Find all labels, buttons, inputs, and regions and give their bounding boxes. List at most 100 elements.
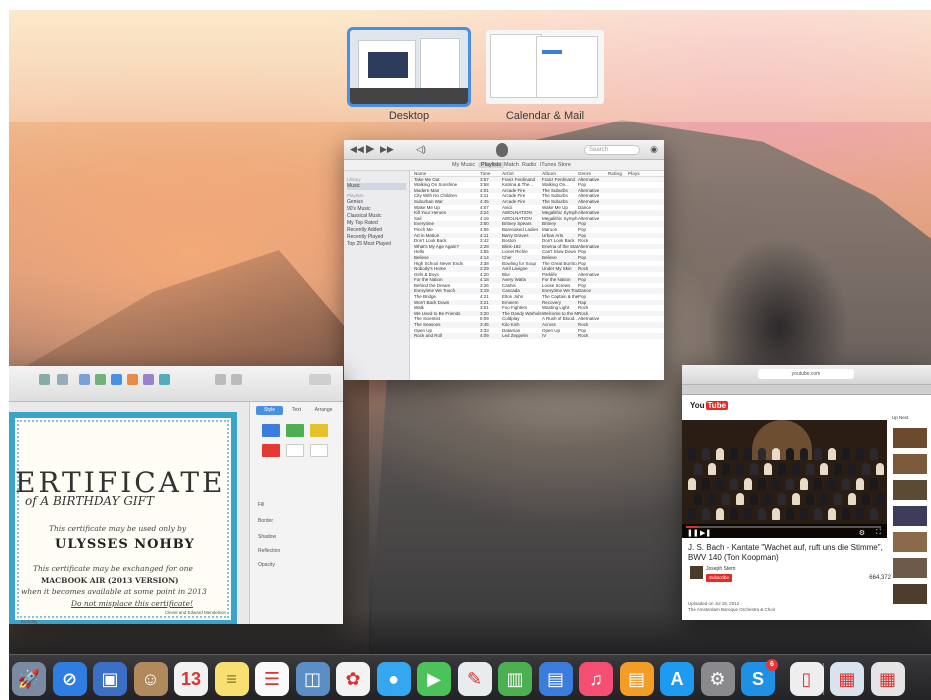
zoom-icon[interactable]	[57, 374, 68, 385]
sidebar-item-playlist[interactable]: Top 25 Most Played	[347, 241, 406, 248]
related-video-thumbnail[interactable]	[893, 584, 927, 604]
tab-radio[interactable]: Radio	[522, 162, 536, 168]
next-icon[interactable]: ▶❚	[700, 529, 711, 537]
facetime-icon[interactable]: ▶	[417, 662, 451, 696]
channel-name[interactable]: Joseph Stern	[706, 566, 735, 572]
sidebar-item-playlist[interactable]: Recently Played	[347, 234, 406, 241]
text-icon[interactable]	[127, 374, 138, 385]
column-header[interactable]: Time	[480, 171, 502, 176]
sidebar-item-playlist[interactable]: Classical Music	[347, 213, 406, 220]
song-row[interactable]: Rock and Roll 4:09 Led Zeppelin IV Rock	[410, 333, 664, 339]
video-progress-bar[interactable]	[686, 526, 881, 528]
column-header[interactable]: Plays	[628, 171, 648, 176]
related-video-thumbnail[interactable]	[893, 506, 927, 526]
rewind-icon[interactable]: ◀◀	[350, 144, 364, 155]
folder-stack-icon[interactable]: ▦	[870, 662, 905, 696]
insert-icon[interactable]	[79, 374, 90, 385]
related-video-thumbnail[interactable]	[893, 454, 927, 474]
itunes-icon[interactable]: ♫	[579, 662, 613, 696]
property-shadow[interactable]: Shadow	[258, 534, 276, 540]
youtube-logo[interactable]: You Tube	[690, 401, 729, 410]
numbers-icon[interactable]: ▥	[498, 662, 532, 696]
related-video-thumbnail[interactable]	[893, 480, 927, 500]
format-toggle-icon[interactable]	[309, 374, 331, 385]
safari-icon[interactable]: ⊘	[52, 662, 87, 696]
preview-icon[interactable]: ▣	[93, 662, 127, 696]
account-icon[interactable]: ◉	[650, 144, 658, 155]
column-header[interactable]: Name	[410, 171, 480, 176]
volume-icon[interactable]: ◁)	[416, 144, 426, 155]
calendar-icon[interactable]: 13	[174, 662, 208, 696]
style-swatch[interactable]	[286, 444, 304, 457]
column-header[interactable]: Rating	[608, 171, 628, 176]
downloads-icon[interactable]: ▦	[830, 662, 864, 696]
related-video-thumbnail[interactable]	[893, 558, 927, 578]
document-icon[interactable]: ▯	[789, 662, 824, 696]
tab-playlists[interactable]: Playlists	[478, 162, 505, 168]
style-swatch[interactable]	[310, 424, 328, 437]
photos-icon[interactable]: ✿	[336, 662, 370, 696]
reminders-icon[interactable]: ☰	[255, 662, 289, 696]
property-reflection[interactable]: Reflection	[258, 548, 280, 554]
tab-itunes-store[interactable]: iTunes Store	[540, 162, 571, 168]
pause-icon[interactable]: ❚❚	[687, 529, 699, 537]
skitch-icon[interactable]: S6	[741, 659, 778, 696]
notes-icon[interactable]: ≡	[214, 662, 249, 696]
view-icon[interactable]	[39, 374, 50, 385]
style-swatch[interactable]	[262, 444, 280, 457]
sidebar-item-playlist[interactable]: 90's Music	[347, 206, 406, 213]
search-input[interactable]: Search	[584, 145, 640, 155]
property-opacity[interactable]: Opacity	[258, 562, 275, 568]
settings-icon[interactable]: ⚙	[859, 529, 865, 537]
messages-icon[interactable]: ●	[376, 662, 411, 696]
shape-icon[interactable]	[143, 374, 154, 385]
column-header[interactable]: Artist	[502, 171, 542, 176]
fast-forward-icon[interactable]: ▶▶	[380, 144, 394, 155]
share-icon[interactable]	[215, 374, 226, 385]
chart-icon[interactable]	[111, 374, 122, 385]
sidebar-item-playlist[interactable]: My Top Rated	[347, 220, 406, 227]
style-swatch[interactable]	[310, 444, 328, 457]
style-swatch[interactable]	[262, 424, 280, 437]
video-player[interactable]: ❚❚ ▶❚ ⚙ ⛶	[682, 420, 887, 538]
tab-style[interactable]: Style	[256, 406, 283, 415]
table-icon[interactable]	[95, 374, 106, 385]
space-desktop-thumbnail[interactable]	[350, 30, 468, 104]
related-video-thumbnail[interactable]	[893, 532, 927, 552]
keynote-icon[interactable]: ▤	[538, 662, 573, 696]
tab-arrange[interactable]: Arrange	[310, 406, 337, 415]
subscribe-button[interactable]: Subscribe	[706, 574, 733, 582]
address-bar[interactable]: youtube.com	[758, 369, 854, 379]
sidebar-item-playlist[interactable]: Recently Added	[347, 227, 406, 234]
app-store-icon[interactable]: A	[660, 662, 694, 696]
ibooks-icon[interactable]: ▤	[619, 662, 654, 696]
safari-youtube-window[interactable]: youtube.com You Tube ❚❚ ▶❚ ⚙ ⛶ J. S. Bach…	[682, 365, 931, 620]
tab-text[interactable]: Text	[283, 406, 310, 415]
fullscreen-icon[interactable]: ⛶	[876, 529, 881, 537]
photo-booth-icon[interactable]: ◫	[295, 662, 330, 696]
space-calendar-mail-thumbnail[interactable]	[486, 30, 604, 104]
tips-icon[interactable]	[231, 374, 242, 385]
play-icon[interactable]: ▶	[366, 142, 374, 155]
sidebar-item-playlist[interactable]: Genius	[347, 199, 406, 206]
channel-avatar[interactable]	[690, 566, 703, 579]
contacts-icon[interactable]: ☺	[133, 662, 168, 696]
tab-my-music[interactable]: My Music	[452, 162, 475, 168]
property-fill[interactable]: Fill	[258, 502, 264, 508]
pages-window[interactable]: ERTIFICATE of A BIRTHDAY GIFT This certi…	[9, 366, 343, 624]
space-desktop[interactable]: Desktop	[350, 30, 468, 122]
sidebar-item-music[interactable]: Music	[347, 183, 406, 190]
textedit-icon[interactable]: ✎	[457, 662, 492, 696]
media-icon[interactable]	[159, 374, 170, 385]
column-header[interactable]: Album	[542, 171, 578, 176]
system-preferences-icon[interactable]: ⚙	[700, 662, 735, 696]
property-border[interactable]: Border	[258, 518, 273, 524]
style-swatch[interactable]	[286, 424, 304, 437]
related-video-thumbnail[interactable]	[893, 428, 927, 448]
browser-tab-bar[interactable]	[682, 385, 931, 395]
tab-match[interactable]: Match	[504, 162, 519, 168]
column-header[interactable]: Genre	[578, 171, 608, 176]
space-calendar-mail[interactable]: Calendar & Mail	[486, 30, 604, 122]
itunes-window[interactable]: ◀◀ ▶ ▶▶ ◁) Search ◉ My Music Playlists M…	[344, 140, 664, 380]
launchpad-icon[interactable]: 🚀	[12, 662, 46, 696]
